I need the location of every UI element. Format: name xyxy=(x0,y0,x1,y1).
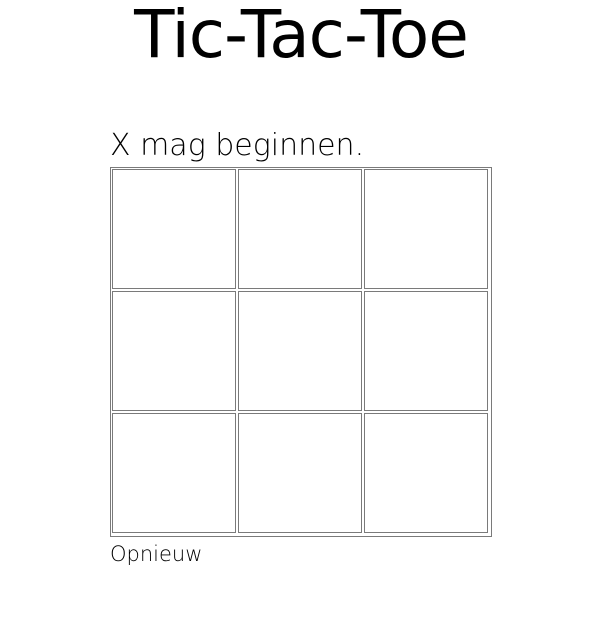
board-cell-4[interactable] xyxy=(112,291,236,411)
board-cell-1[interactable] xyxy=(112,169,236,289)
game-status: X mag beginnen. xyxy=(110,128,365,163)
board-cell-3[interactable] xyxy=(364,169,488,289)
board-cell-2[interactable] xyxy=(238,169,362,289)
board-cell-9[interactable] xyxy=(364,413,488,533)
board-cell-5[interactable] xyxy=(238,291,362,411)
game-board xyxy=(110,167,492,537)
board-cell-6[interactable] xyxy=(364,291,488,411)
board-cell-8[interactable] xyxy=(238,413,362,533)
game-title: Tic-Tac-Toe xyxy=(134,0,469,73)
board-cell-7[interactable] xyxy=(112,413,236,533)
reset-button[interactable]: Opnieuw xyxy=(110,540,202,568)
